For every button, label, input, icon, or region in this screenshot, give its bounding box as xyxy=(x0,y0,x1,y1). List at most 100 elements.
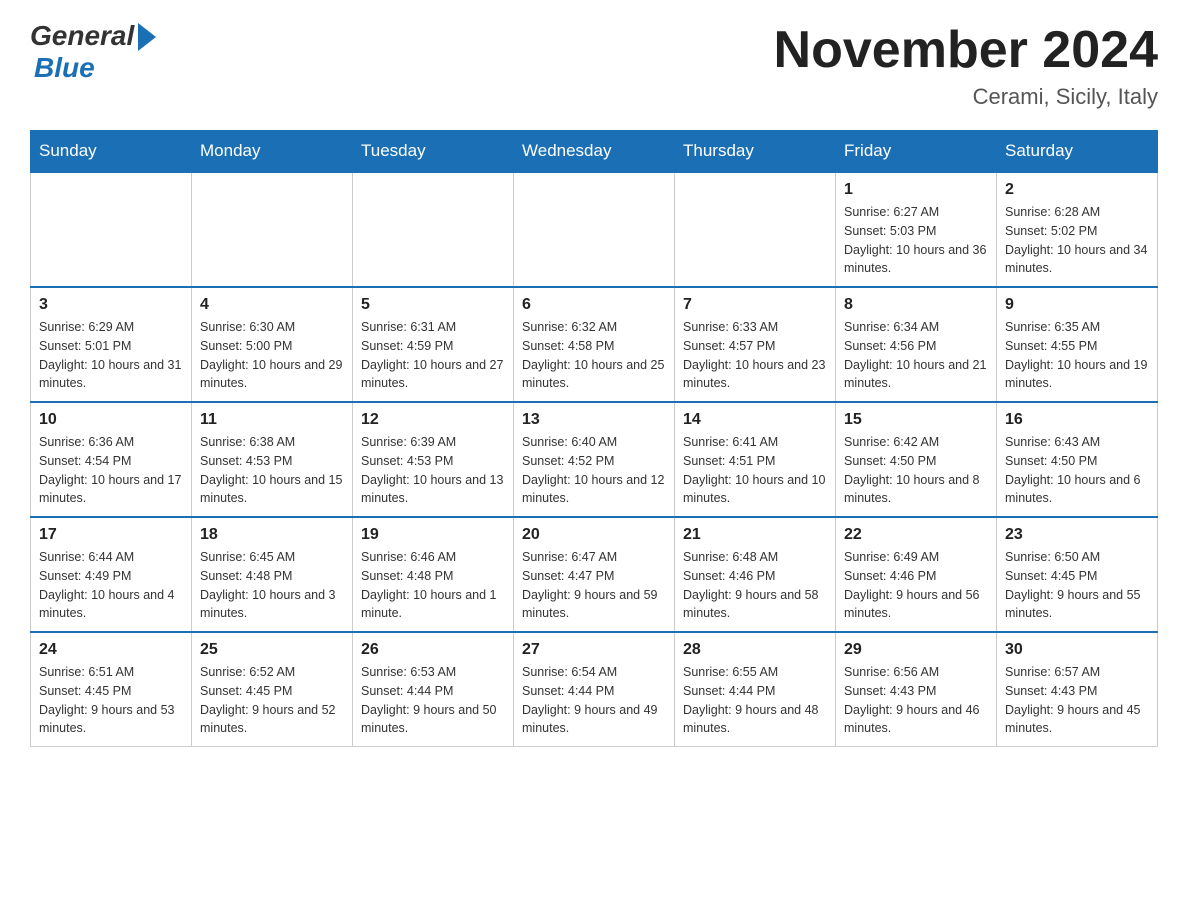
day-number: 7 xyxy=(683,296,827,314)
calendar-cell xyxy=(675,172,836,287)
calendar-cell: 27 Sunrise: 6:54 AM Sunset: 4:44 PM Dayli… xyxy=(514,632,675,747)
day-info: Sunrise: 6:57 AM Sunset: 4:43 PM Dayligh… xyxy=(1005,663,1149,738)
calendar-cell: 2 Sunrise: 6:28 AM Sunset: 5:02 PM Daylig… xyxy=(997,172,1158,287)
day-number: 19 xyxy=(361,526,505,544)
day-number: 21 xyxy=(683,526,827,544)
weekday-header-monday: Monday xyxy=(192,131,353,173)
day-info: Sunrise: 6:28 AM Sunset: 5:02 PM Dayligh… xyxy=(1005,203,1149,278)
day-number: 10 xyxy=(39,411,183,429)
day-number: 15 xyxy=(844,411,988,429)
calendar-cell: 29 Sunrise: 6:56 AM Sunset: 4:43 PM Dayli… xyxy=(836,632,997,747)
logo: General Blue xyxy=(30,20,156,84)
day-number: 18 xyxy=(200,526,344,544)
day-number: 4 xyxy=(200,296,344,314)
calendar-cell: 17 Sunrise: 6:44 AM Sunset: 4:49 PM Dayli… xyxy=(31,517,192,632)
page-header: General Blue November 2024 Cerami, Sicil… xyxy=(30,20,1158,110)
calendar-cell: 19 Sunrise: 6:46 AM Sunset: 4:48 PM Dayli… xyxy=(353,517,514,632)
calendar-cell: 30 Sunrise: 6:57 AM Sunset: 4:43 PM Dayli… xyxy=(997,632,1158,747)
calendar-cell: 13Sunrise: 6:40 AM Sunset: 4:52 PM Dayli… xyxy=(514,402,675,517)
weekday-header-sunday: Sunday xyxy=(31,131,192,173)
week-row-4: 17 Sunrise: 6:44 AM Sunset: 4:49 PM Dayli… xyxy=(31,517,1158,632)
calendar-cell: 23 Sunrise: 6:50 AM Sunset: 4:45 PM Dayli… xyxy=(997,517,1158,632)
day-number: 22 xyxy=(844,526,988,544)
calendar-cell: 14Sunrise: 6:41 AM Sunset: 4:51 PM Dayli… xyxy=(675,402,836,517)
weekday-header-wednesday: Wednesday xyxy=(514,131,675,173)
day-info: Sunrise: 6:32 AM Sunset: 4:58 PM Dayligh… xyxy=(522,318,666,393)
day-info: Sunrise: 6:41 AM Sunset: 4:51 PM Dayligh… xyxy=(683,433,827,508)
day-number: 23 xyxy=(1005,526,1149,544)
day-info: Sunrise: 6:39 AM Sunset: 4:53 PM Dayligh… xyxy=(361,433,505,508)
day-info: Sunrise: 6:56 AM Sunset: 4:43 PM Dayligh… xyxy=(844,663,988,738)
day-number: 28 xyxy=(683,641,827,659)
week-row-5: 24 Sunrise: 6:51 AM Sunset: 4:45 PM Dayli… xyxy=(31,632,1158,747)
calendar-cell xyxy=(31,172,192,287)
day-number: 29 xyxy=(844,641,988,659)
day-number: 5 xyxy=(361,296,505,314)
day-number: 24 xyxy=(39,641,183,659)
day-number: 20 xyxy=(522,526,666,544)
calendar-table: SundayMondayTuesdayWednesdayThursdayFrid… xyxy=(30,130,1158,747)
day-number: 16 xyxy=(1005,411,1149,429)
day-info: Sunrise: 6:33 AM Sunset: 4:57 PM Dayligh… xyxy=(683,318,827,393)
calendar-cell: 26 Sunrise: 6:53 AM Sunset: 4:44 PM Dayli… xyxy=(353,632,514,747)
calendar-header-row: SundayMondayTuesdayWednesdayThursdayFrid… xyxy=(31,131,1158,173)
day-info: Sunrise: 6:45 AM Sunset: 4:48 PM Dayligh… xyxy=(200,548,344,623)
day-number: 26 xyxy=(361,641,505,659)
weekday-header-thursday: Thursday xyxy=(675,131,836,173)
calendar-cell: 18 Sunrise: 6:45 AM Sunset: 4:48 PM Dayli… xyxy=(192,517,353,632)
calendar-cell: 4 Sunrise: 6:30 AM Sunset: 5:00 PM Daylig… xyxy=(192,287,353,402)
calendar-cell: 24 Sunrise: 6:51 AM Sunset: 4:45 PM Dayli… xyxy=(31,632,192,747)
day-number: 25 xyxy=(200,641,344,659)
day-number: 2 xyxy=(1005,181,1149,199)
calendar-cell: 3 Sunrise: 6:29 AM Sunset: 5:01 PM Daylig… xyxy=(31,287,192,402)
title-section: November 2024 Cerami, Sicily, Italy xyxy=(774,20,1158,110)
calendar-cell: 6 Sunrise: 6:32 AM Sunset: 4:58 PM Daylig… xyxy=(514,287,675,402)
day-number: 27 xyxy=(522,641,666,659)
calendar-cell: 28 Sunrise: 6:55 AM Sunset: 4:44 PM Dayli… xyxy=(675,632,836,747)
day-info: Sunrise: 6:38 AM Sunset: 4:53 PM Dayligh… xyxy=(200,433,344,508)
week-row-2: 3 Sunrise: 6:29 AM Sunset: 5:01 PM Daylig… xyxy=(31,287,1158,402)
day-info: Sunrise: 6:29 AM Sunset: 5:01 PM Dayligh… xyxy=(39,318,183,393)
day-info: Sunrise: 6:47 AM Sunset: 4:47 PM Dayligh… xyxy=(522,548,666,623)
day-info: Sunrise: 6:51 AM Sunset: 4:45 PM Dayligh… xyxy=(39,663,183,738)
day-info: Sunrise: 6:46 AM Sunset: 4:48 PM Dayligh… xyxy=(361,548,505,623)
day-info: Sunrise: 6:54 AM Sunset: 4:44 PM Dayligh… xyxy=(522,663,666,738)
weekday-header-tuesday: Tuesday xyxy=(353,131,514,173)
day-number: 17 xyxy=(39,526,183,544)
day-number: 1 xyxy=(844,181,988,199)
day-info: Sunrise: 6:34 AM Sunset: 4:56 PM Dayligh… xyxy=(844,318,988,393)
location-text: Cerami, Sicily, Italy xyxy=(774,84,1158,110)
calendar-cell: 22Sunrise: 6:49 AM Sunset: 4:46 PM Dayli… xyxy=(836,517,997,632)
day-info: Sunrise: 6:53 AM Sunset: 4:44 PM Dayligh… xyxy=(361,663,505,738)
calendar-cell: 15 Sunrise: 6:42 AM Sunset: 4:50 PM Dayli… xyxy=(836,402,997,517)
day-info: Sunrise: 6:55 AM Sunset: 4:44 PM Dayligh… xyxy=(683,663,827,738)
day-info: Sunrise: 6:36 AM Sunset: 4:54 PM Dayligh… xyxy=(39,433,183,508)
day-info: Sunrise: 6:44 AM Sunset: 4:49 PM Dayligh… xyxy=(39,548,183,623)
day-info: Sunrise: 6:27 AM Sunset: 5:03 PM Dayligh… xyxy=(844,203,988,278)
calendar-cell xyxy=(353,172,514,287)
day-number: 9 xyxy=(1005,296,1149,314)
day-number: 3 xyxy=(39,296,183,314)
day-info: Sunrise: 6:35 AM Sunset: 4:55 PM Dayligh… xyxy=(1005,318,1149,393)
calendar-cell: 12 Sunrise: 6:39 AM Sunset: 4:53 PM Dayli… xyxy=(353,402,514,517)
calendar-cell: 8Sunrise: 6:34 AM Sunset: 4:56 PM Daylig… xyxy=(836,287,997,402)
week-row-1: 1 Sunrise: 6:27 AM Sunset: 5:03 PM Daylig… xyxy=(31,172,1158,287)
calendar-cell: 11Sunrise: 6:38 AM Sunset: 4:53 PM Dayli… xyxy=(192,402,353,517)
calendar-cell: 16Sunrise: 6:43 AM Sunset: 4:50 PM Dayli… xyxy=(997,402,1158,517)
day-info: Sunrise: 6:40 AM Sunset: 4:52 PM Dayligh… xyxy=(522,433,666,508)
day-number: 12 xyxy=(361,411,505,429)
logo-arrow-icon xyxy=(138,23,156,51)
calendar-cell: 10 Sunrise: 6:36 AM Sunset: 4:54 PM Dayli… xyxy=(31,402,192,517)
logo-blue-text: Blue xyxy=(34,52,95,84)
calendar-cell xyxy=(192,172,353,287)
day-info: Sunrise: 6:48 AM Sunset: 4:46 PM Dayligh… xyxy=(683,548,827,623)
logo-general-text: General xyxy=(30,20,134,52)
day-info: Sunrise: 6:42 AM Sunset: 4:50 PM Dayligh… xyxy=(844,433,988,508)
day-info: Sunrise: 6:30 AM Sunset: 5:00 PM Dayligh… xyxy=(200,318,344,393)
day-number: 6 xyxy=(522,296,666,314)
calendar-cell: 7 Sunrise: 6:33 AM Sunset: 4:57 PM Daylig… xyxy=(675,287,836,402)
month-title: November 2024 xyxy=(774,20,1158,80)
week-row-3: 10 Sunrise: 6:36 AM Sunset: 4:54 PM Dayli… xyxy=(31,402,1158,517)
day-number: 30 xyxy=(1005,641,1149,659)
day-info: Sunrise: 6:50 AM Sunset: 4:45 PM Dayligh… xyxy=(1005,548,1149,623)
